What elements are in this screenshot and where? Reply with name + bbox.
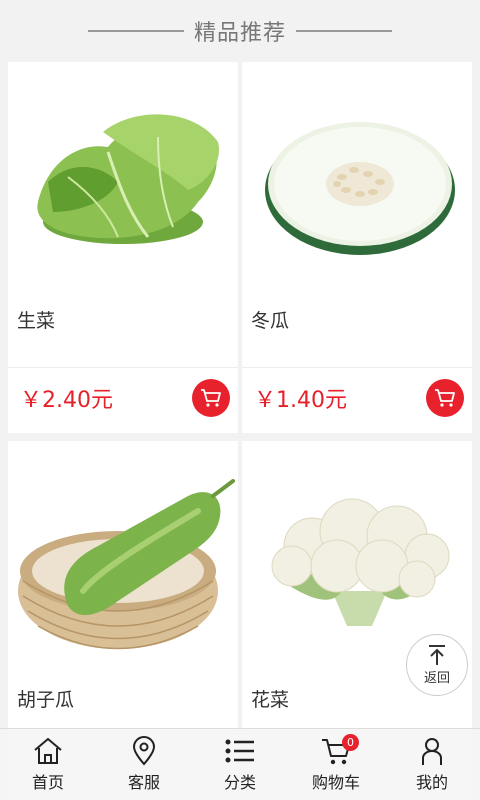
product-name: 胡子瓜: [17, 689, 75, 711]
tab-profile[interactable]: 我的: [384, 729, 480, 800]
tab-label: 首页: [31, 773, 64, 792]
header-right-line: [296, 30, 392, 32]
tab-category[interactable]: 分类: [192, 729, 288, 800]
lettuce-image[interactable]: [8, 62, 238, 292]
header-left-line: [87, 30, 184, 32]
bottom-tab-bar: 首页 客服 分类 0 购物车 我的: [0, 728, 480, 800]
product-price: ￥1.40元: [254, 388, 347, 413]
winter-melon-image[interactable]: [242, 62, 472, 292]
back-to-top-label: 返回: [423, 671, 450, 686]
product-card[interactable]: 生菜 ￥2.40元: [8, 62, 238, 433]
product-card[interactable]: 冬瓜 ￥1.40元: [242, 62, 472, 433]
tab-label: 我的: [415, 773, 448, 792]
user-icon: [422, 738, 442, 765]
back-to-top-button[interactable]: 返回: [406, 634, 468, 696]
cart-icon: [201, 389, 221, 407]
add-to-cart-button[interactable]: [426, 379, 464, 417]
add-to-cart-button[interactable]: [192, 379, 230, 417]
product-name: 花菜: [251, 689, 290, 711]
arrow-up-icon: [429, 645, 445, 665]
tab-home[interactable]: 首页: [0, 729, 96, 800]
card-divider: [242, 367, 472, 368]
cart-count-badge: 0: [342, 734, 359, 751]
tab-label: 分类: [223, 773, 256, 792]
section-title: 精品推荐: [193, 21, 286, 46]
product-name: 冬瓜: [251, 310, 290, 332]
product-price: ￥2.40元: [20, 388, 113, 413]
tab-cart[interactable]: 0 购物车: [288, 729, 384, 800]
tab-label: 购物车: [311, 773, 360, 792]
product-name: 生菜: [17, 310, 56, 332]
list-icon: [225, 739, 254, 763]
card-divider: [8, 367, 238, 368]
location-pin-icon: [132, 736, 156, 766]
home-icon: [34, 738, 62, 764]
tab-label: 客服: [127, 773, 160, 792]
tab-service[interactable]: 客服: [96, 729, 192, 800]
gourd-image[interactable]: [8, 441, 238, 671]
cart-icon: [435, 389, 455, 407]
section-header: 精品推荐: [0, 0, 480, 62]
